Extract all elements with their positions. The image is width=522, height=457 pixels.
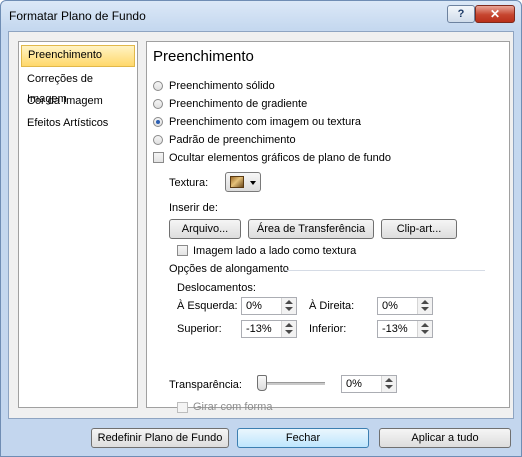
insert-from-label: Inserir de: [169, 202, 218, 214]
left-offset-label: À Esquerda: [177, 300, 238, 312]
radio-pattern-fill[interactable] [153, 135, 163, 145]
fill-panel: Preenchimento Preenchimento sólido Preen… [146, 41, 510, 413]
transparency-spinner[interactable]: 0% [341, 375, 397, 393]
file-button[interactable]: Arquivo... [169, 219, 241, 239]
spin-down-icon[interactable] [421, 307, 429, 311]
dropdown-arrow-icon [250, 181, 256, 185]
top-offset-spinner[interactable]: -13% [241, 320, 297, 338]
sidebar-item-correcoes-imagem[interactable]: Correções de Imagem [21, 69, 135, 105]
spin-down-icon[interactable] [385, 385, 393, 389]
dialog-title: Formatar Plano de Fundo [9, 9, 146, 23]
close-button[interactable]: Fechar [237, 428, 369, 448]
spinner-arrows[interactable] [417, 298, 432, 314]
spinner-arrows[interactable] [281, 321, 296, 337]
clipboard-button[interactable]: Área de Transferência [248, 219, 374, 239]
radio-pattern-fill-label[interactable]: Padrão de preenchimento [169, 134, 296, 146]
offsets-label: Deslocamentos: [177, 282, 256, 294]
spin-up-icon[interactable] [385, 378, 393, 382]
sidebar-item-cor-imagem[interactable]: Cor da Imagem [21, 91, 135, 111]
sidebar-item-preenchimento[interactable]: Preenchimento [21, 45, 135, 67]
spin-up-icon[interactable] [285, 300, 293, 304]
tile-label[interactable]: Imagem lado a lado como textura [193, 245, 356, 257]
category-list: Preenchimento Correções de Imagem Cor da… [18, 41, 138, 408]
texture-dropdown[interactable] [225, 172, 261, 192]
radio-gradient-fill-label[interactable]: Preenchimento de gradiente [169, 98, 307, 110]
dialog-body: Preenchimento Correções de Imagem Cor da… [8, 31, 514, 419]
rotate-with-shape-label: Girar com forma [193, 401, 273, 413]
close-icon: ✕ [489, 7, 501, 21]
bottom-offset-spinner[interactable]: -13% [377, 320, 433, 338]
radio-picture-fill-label[interactable]: Preenchimento com imagem ou textura [169, 116, 361, 128]
spin-up-icon[interactable] [421, 323, 429, 327]
hide-graphics-checkbox[interactable] [153, 152, 164, 163]
transparency-slider[interactable] [257, 373, 325, 393]
left-offset-value[interactable]: 0% [246, 300, 262, 312]
help-icon: ? [457, 8, 465, 20]
radio-solid-fill[interactable] [153, 81, 163, 91]
right-offset-label: À Direita: [309, 300, 355, 312]
spinner-arrows[interactable] [417, 321, 432, 337]
spinner-arrows[interactable] [381, 376, 396, 392]
dialog-window: Formatar Plano de Fundo ? ✕ Preenchiment… [0, 0, 522, 457]
bottom-offset-value[interactable]: -13% [382, 323, 408, 335]
bottom-offset-label: Inferior: [309, 323, 347, 335]
top-offset-value[interactable]: -13% [246, 323, 272, 335]
help-button[interactable]: ? [447, 5, 475, 23]
clipart-button[interactable]: Clip-art... [381, 219, 457, 239]
spin-down-icon[interactable] [285, 330, 293, 334]
right-offset-spinner[interactable]: 0% [377, 297, 433, 315]
reset-background-button[interactable]: Redefinir Plano de Fundo [91, 428, 229, 448]
apply-to-all-button[interactable]: Aplicar a tudo [379, 428, 511, 448]
sidebar-item-efeitos-artisticos[interactable]: Efeitos Artísticos [21, 113, 135, 133]
transparency-value[interactable]: 0% [346, 378, 362, 390]
panel-title: Preenchimento [153, 48, 254, 65]
spinner-arrows[interactable] [281, 298, 296, 314]
divider [285, 270, 485, 271]
right-offset-value[interactable]: 0% [382, 300, 398, 312]
radio-picture-fill[interactable] [153, 117, 163, 127]
hide-graphics-label[interactable]: Ocultar elementos gráficos de plano de f… [169, 152, 391, 164]
transparency-label: Transparência: [169, 379, 242, 391]
close-window-button[interactable]: ✕ [475, 5, 515, 23]
tile-checkbox[interactable] [177, 245, 188, 256]
spin-up-icon[interactable] [421, 300, 429, 304]
texture-swatch-icon [230, 176, 244, 188]
left-offset-spinner[interactable]: 0% [241, 297, 297, 315]
slider-thumb[interactable] [257, 375, 267, 391]
rotate-with-shape-checkbox[interactable] [177, 402, 188, 413]
spin-down-icon[interactable] [421, 330, 429, 334]
slider-track[interactable] [257, 382, 325, 385]
title-bar[interactable]: Formatar Plano de Fundo ? ✕ [1, 1, 521, 31]
stretch-options-label: Opções de alongamento [169, 263, 289, 275]
texture-label: Textura: [169, 177, 209, 189]
radio-gradient-fill[interactable] [153, 99, 163, 109]
radio-solid-fill-label[interactable]: Preenchimento sólido [169, 80, 275, 92]
top-offset-label: Superior: [177, 323, 222, 335]
spin-down-icon[interactable] [285, 307, 293, 311]
spin-up-icon[interactable] [285, 323, 293, 327]
